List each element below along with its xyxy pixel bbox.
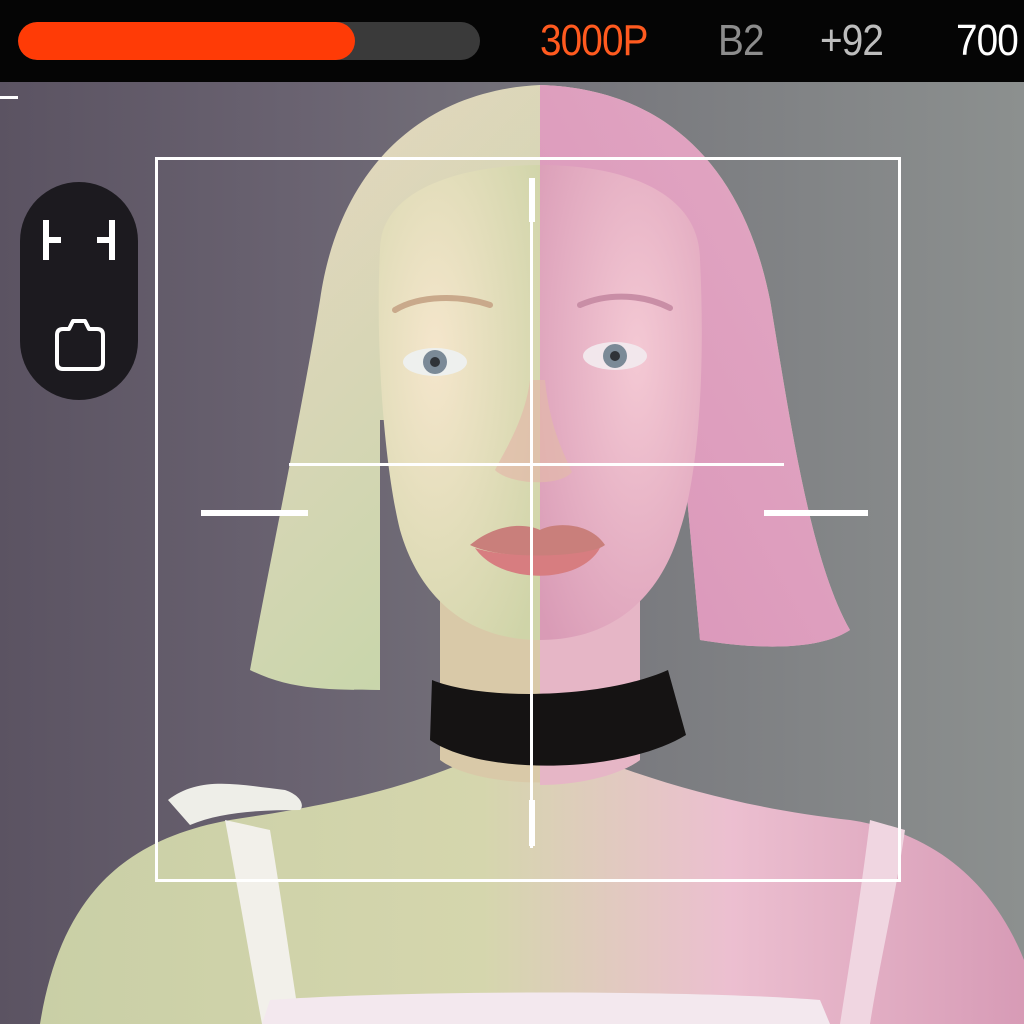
iso-readout[interactable]: 700 (956, 16, 1019, 66)
camera-controls-pill (20, 182, 138, 400)
subject-portrait (40, 85, 1024, 1024)
status-bar: 3000P B2 +92 700 (0, 0, 1024, 82)
exposure-readout[interactable]: +92 (820, 16, 884, 66)
battery-level-fill (18, 22, 356, 60)
focus-bracket-icon (43, 220, 115, 260)
focus-frame-button[interactable] (20, 190, 138, 290)
battery-level-bar (18, 22, 480, 60)
viewfinder-preview[interactable] (0, 82, 1024, 1024)
edge-indicator (0, 96, 18, 99)
resolution-readout[interactable]: 3000P (540, 16, 648, 66)
camera-body-icon (55, 319, 105, 371)
bitrate-readout[interactable]: B2 (718, 16, 764, 66)
camera-mode-button[interactable] (20, 294, 138, 394)
camera-screen: 3000P B2 +92 700 (0, 0, 1024, 1024)
